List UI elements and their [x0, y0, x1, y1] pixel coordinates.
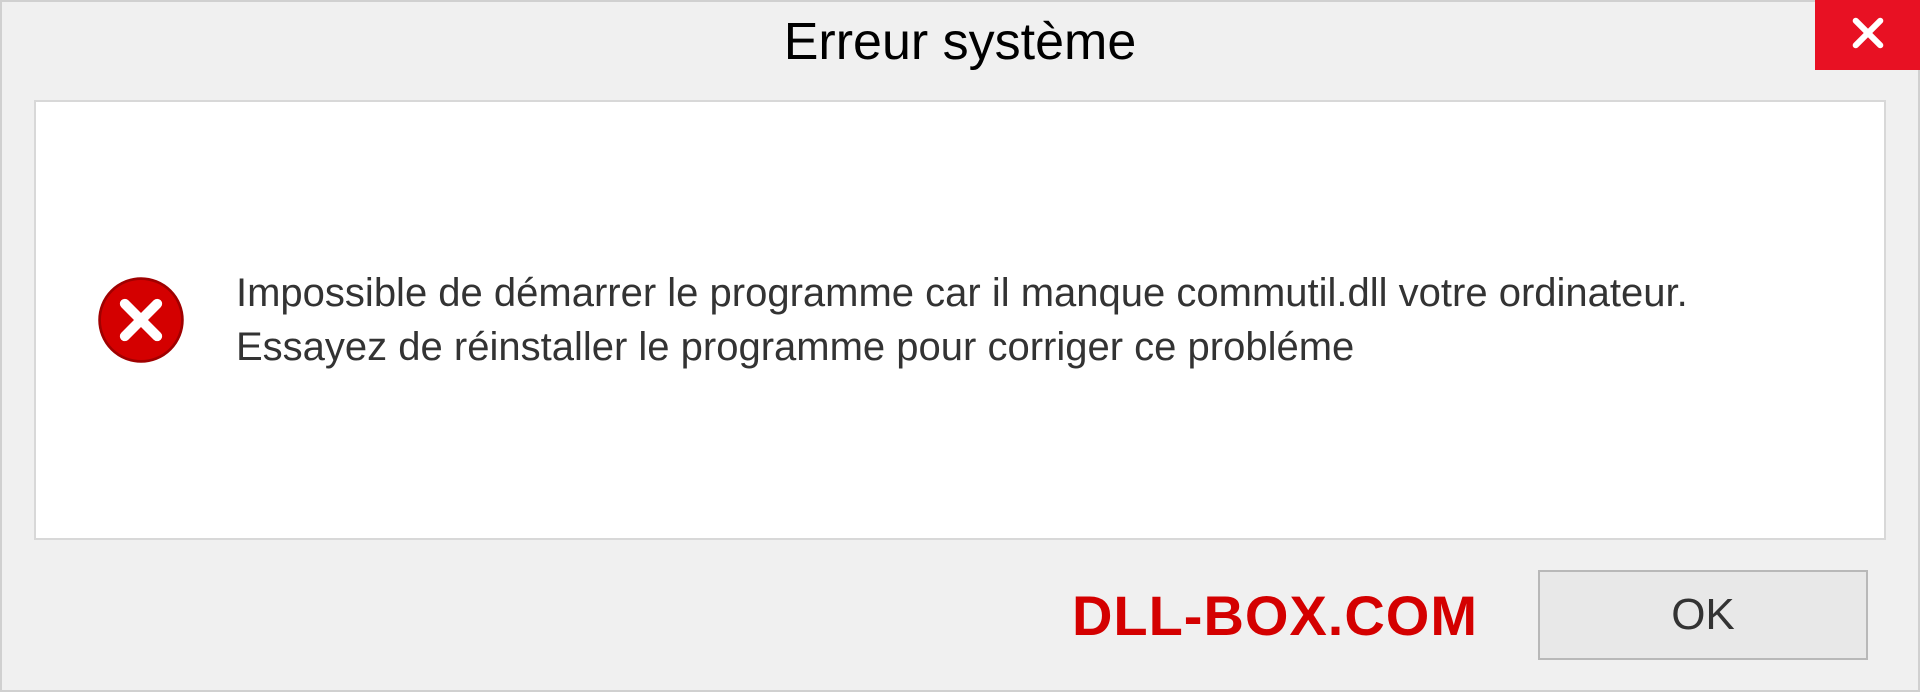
error-dialog: Erreur système Impossible de démarrer le… [0, 0, 1920, 692]
dialog-title: Erreur système [784, 12, 1137, 72]
ok-button[interactable]: OK [1538, 570, 1868, 660]
footer: DLL-BOX.COM OK [2, 540, 1918, 690]
titlebar: Erreur système [2, 2, 1918, 82]
error-icon [96, 275, 186, 365]
content-area: Impossible de démarrer le programme car … [34, 100, 1886, 540]
close-icon [1847, 12, 1889, 59]
brand-text: DLL-BOX.COM [1072, 583, 1478, 648]
ok-button-label: OK [1671, 590, 1735, 640]
error-message: Impossible de démarrer le programme car … [236, 266, 1824, 374]
close-button[interactable] [1815, 0, 1920, 70]
